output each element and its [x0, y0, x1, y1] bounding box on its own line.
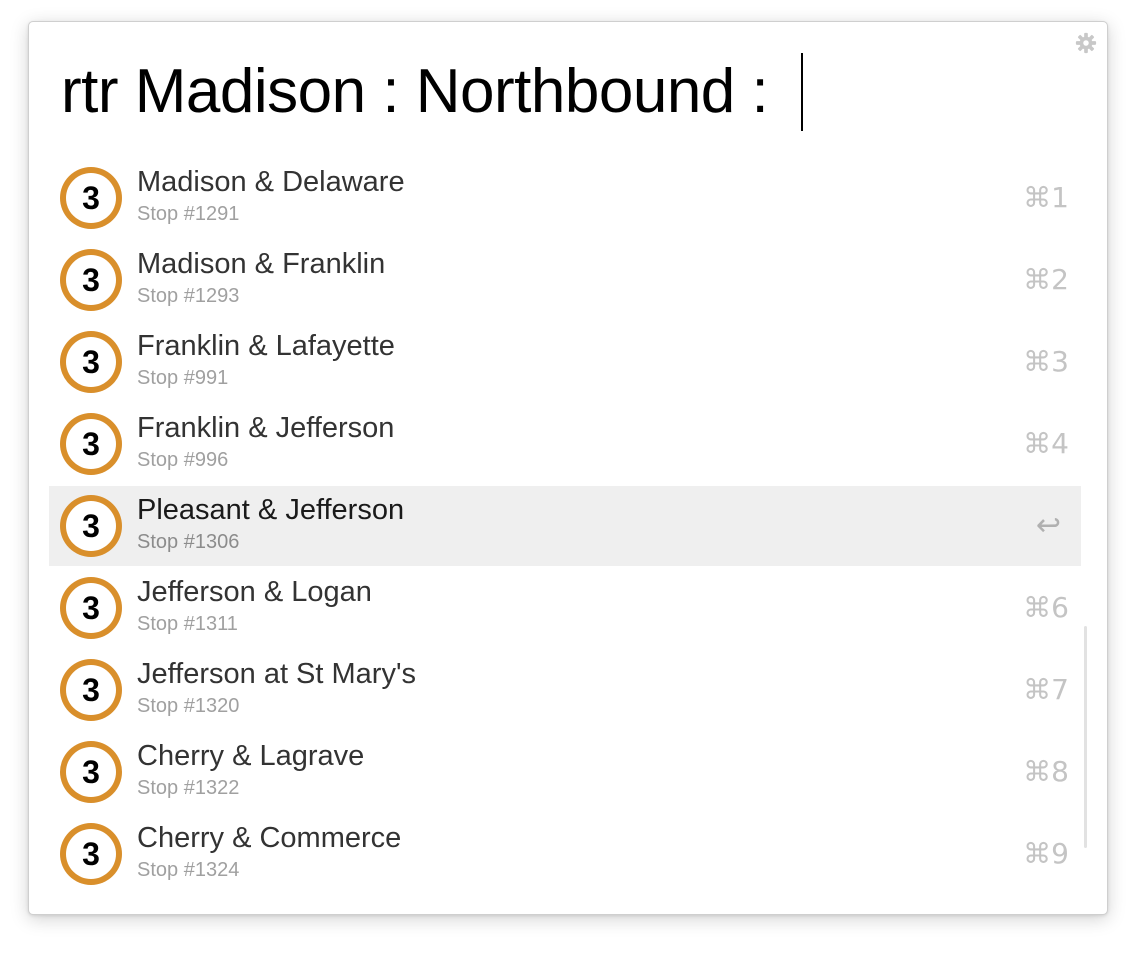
route-number-label: 3 — [82, 672, 100, 708]
route-3-badge-icon: 3 — [60, 167, 122, 229]
result-title: Jefferson at St Mary's — [137, 658, 416, 690]
gear-icon[interactable] — [1075, 32, 1097, 54]
route-number-label: 3 — [82, 262, 100, 298]
route-number-label: 3 — [82, 344, 100, 380]
route-3-badge-icon: 3 — [60, 659, 122, 721]
route-3-badge-icon: 3 — [60, 413, 122, 475]
result-item[interactable]: 3 Franklin & Jefferson Stop #996 ⌘4 — [49, 404, 1081, 484]
route-3-badge-icon: 3 — [60, 577, 122, 639]
result-text-group: Cherry & Commerce Stop #1324 — [137, 820, 401, 884]
keyboard-shortcut-hint: ⌘1 — [1023, 181, 1069, 214]
result-title: Cherry & Commerce — [137, 822, 402, 854]
keyboard-shortcut-hint: ⌘9 — [1023, 837, 1069, 870]
result-item[interactable]: 3 Madison & Delaware Stop #1291 ⌘1 — [49, 158, 1081, 238]
result-item[interactable]: 3 Pleasant & Jefferson Stop #1306 ↩ — [49, 486, 1081, 566]
result-title: Franklin & Jefferson — [137, 412, 395, 444]
search-input[interactable]: rtr Madison : Northbound : — [61, 52, 803, 132]
launcher-window: rtr Madison : Northbound : 3 Madison & De… — [28, 21, 1108, 915]
result-subtitle: Stop #1306 — [137, 531, 240, 553]
result-subtitle: Stop #1311 — [137, 613, 238, 635]
result-item[interactable]: 3 Madison & Franklin Stop #1293 ⌘2 — [49, 240, 1081, 320]
result-subtitle: Stop #991 — [137, 367, 229, 389]
keyboard-shortcut-hint: ⌘3 — [1023, 345, 1069, 378]
keyboard-shortcut-hint: ⌘2 — [1023, 263, 1069, 296]
scrollbar[interactable] — [1084, 626, 1087, 848]
result-item[interactable]: 3 Cherry & Commerce Stop #1324 ⌘9 — [49, 814, 1081, 894]
result-title: Franklin & Lafayette — [137, 330, 395, 362]
keyboard-shortcut-hint: ⌘8 — [1023, 755, 1069, 788]
result-subtitle: Stop #1322 — [137, 777, 240, 799]
result-title: Madison & Franklin — [137, 248, 386, 280]
result-item[interactable]: 3 Cherry & Lagrave Stop #1322 ⌘8 — [49, 732, 1081, 812]
route-number-label: 3 — [82, 180, 100, 216]
keyboard-shortcut-hint: ⌘7 — [1023, 673, 1069, 706]
result-title: Cherry & Lagrave — [137, 740, 365, 772]
route-number-label: 3 — [82, 590, 100, 626]
keyboard-shortcut-hint: ⌘6 — [1023, 591, 1069, 624]
route-3-badge-icon: 3 — [60, 331, 122, 393]
result-subtitle: Stop #1291 — [137, 203, 240, 225]
route-3-badge-icon: 3 — [60, 823, 122, 885]
result-item[interactable]: 3 Jefferson & Logan Stop #1311 ⌘6 — [49, 568, 1081, 648]
route-number-label: 3 — [82, 508, 100, 544]
result-title: Madison & Delaware — [137, 166, 405, 198]
route-3-badge-icon: 3 — [60, 741, 122, 803]
return-key-hint: ↩ — [1035, 508, 1061, 543]
result-item[interactable]: 3 Jefferson at St Mary's Stop #1320 ⌘7 — [49, 650, 1081, 730]
result-subtitle: Stop #1320 — [137, 695, 240, 717]
result-text-group: Jefferson & Logan Stop #1311 — [137, 574, 372, 638]
route-3-badge-icon: 3 — [60, 249, 122, 311]
text-caret — [800, 53, 803, 131]
results-list: 3 Madison & Delaware Stop #1291 ⌘1 3 Madison … — [49, 158, 1081, 896]
result-subtitle: Stop #1324 — [137, 859, 240, 881]
result-title: Pleasant & Jefferson — [137, 494, 405, 526]
result-text-group: Franklin & Jefferson Stop #996 — [137, 410, 394, 474]
route-number-label: 3 — [82, 426, 100, 462]
result-text-group: Pleasant & Jefferson Stop #1306 — [137, 492, 404, 556]
result-text-group: Franklin & Lafayette Stop #991 — [137, 328, 395, 392]
search-query-text[interactable]: rtr Madison : Northbound : — [61, 52, 785, 132]
route-3-badge-icon: 3 — [60, 495, 122, 557]
route-number-label: 3 — [82, 754, 100, 790]
result-title: Jefferson & Logan — [137, 576, 372, 608]
result-subtitle: Stop #1293 — [137, 285, 240, 307]
result-text-group: Jefferson at St Mary's Stop #1320 — [137, 656, 416, 720]
route-number-label: 3 — [82, 836, 100, 872]
result-subtitle: Stop #996 — [137, 449, 229, 471]
result-item[interactable]: 3 Franklin & Lafayette Stop #991 ⌘3 — [49, 322, 1081, 402]
keyboard-shortcut-hint: ⌘4 — [1023, 427, 1069, 460]
result-text-group: Cherry & Lagrave Stop #1322 — [137, 738, 364, 802]
result-text-group: Madison & Delaware Stop #1291 — [137, 164, 405, 228]
result-text-group: Madison & Franklin Stop #1293 — [137, 246, 385, 310]
